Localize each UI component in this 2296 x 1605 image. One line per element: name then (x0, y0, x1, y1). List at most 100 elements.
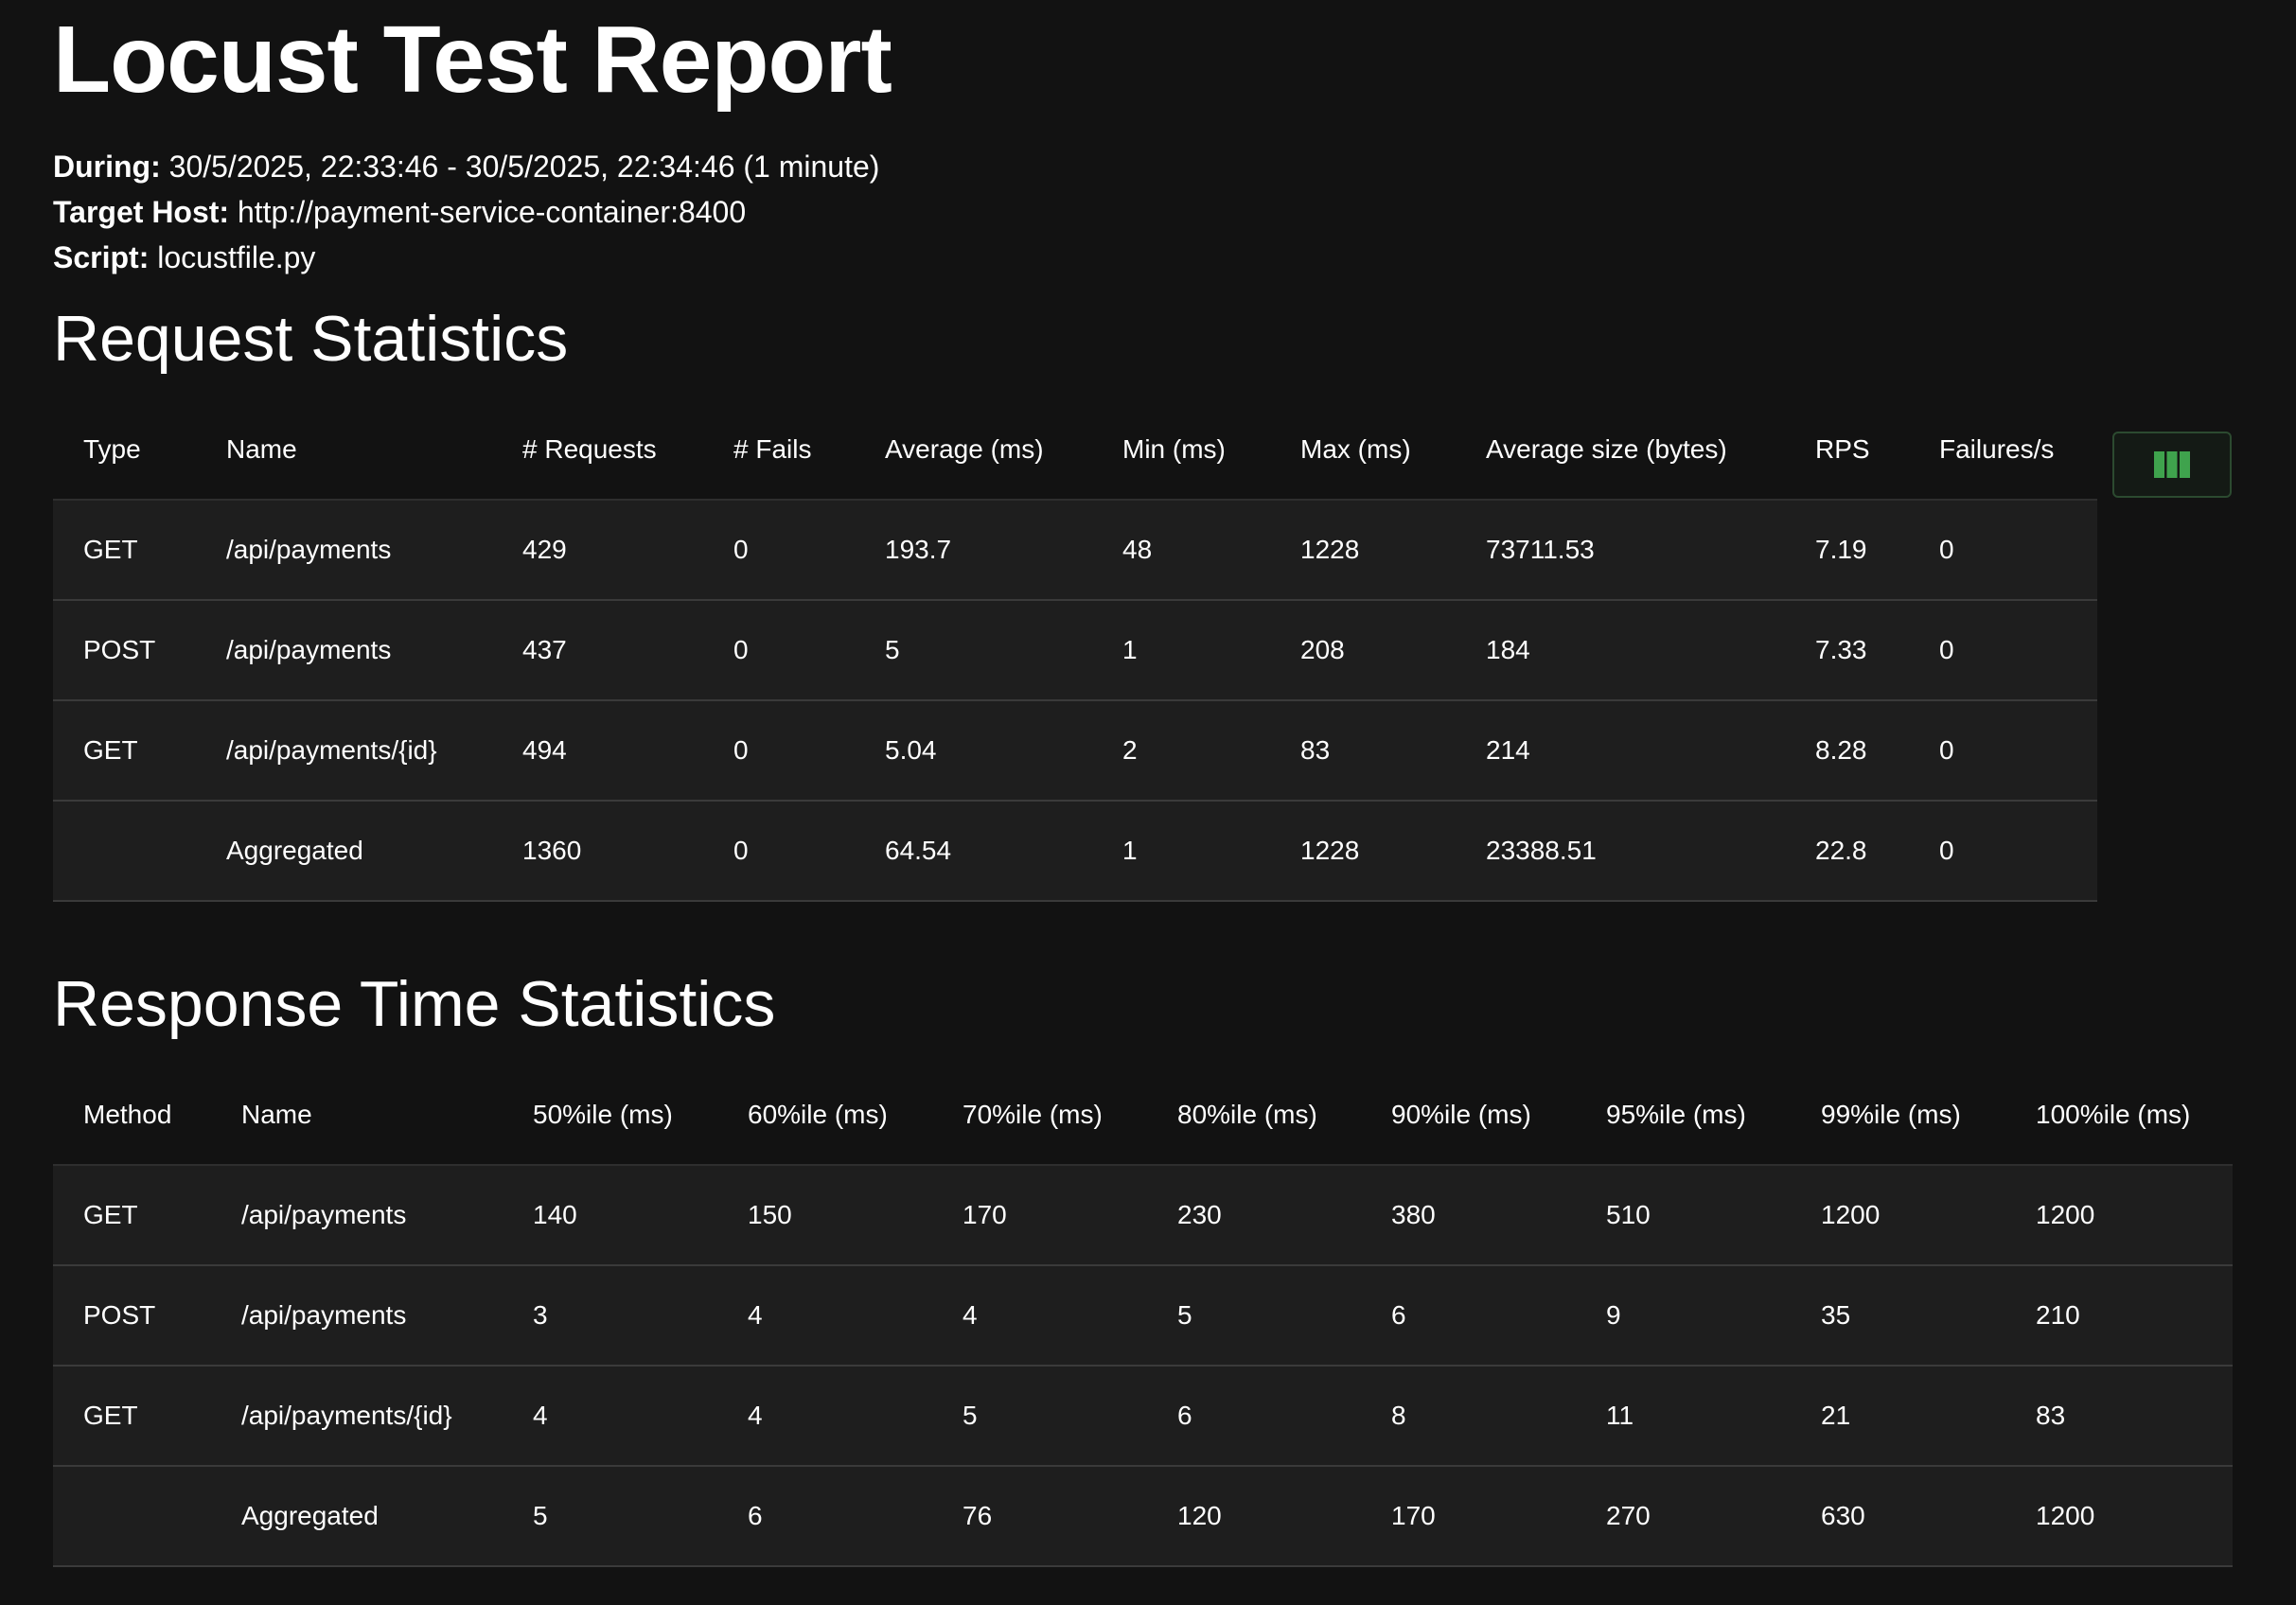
cell-95-ile-ms: 9 (1576, 1265, 1791, 1367)
column-header-80-ile-ms: 80%ile (ms) (1147, 1065, 1361, 1166)
cell-name: /api/payments/{id} (211, 1366, 503, 1467)
cell-99-ile-ms: 630 (1791, 1466, 2005, 1567)
cell-100-ile-ms: 210 (2005, 1265, 2233, 1367)
cell-rps: 7.19 (1785, 500, 1909, 601)
cell-type: GET (53, 500, 196, 601)
request-statistics-table: Type Name # Requests # Fails Average (ms) Min… (53, 399, 2097, 902)
cell-average-size-bytes: 184 (1456, 600, 1785, 701)
columns-icon (2154, 451, 2190, 478)
cell-name: /api/payments/{id} (196, 700, 492, 802)
report-page: Locust Test Report During: 30/5/2025, 22… (0, 0, 2296, 1605)
cell-90-ile-ms: 170 (1361, 1466, 1576, 1567)
during-value: 30/5/2025, 22:33:46 - 30/5/2025, 22:34:4… (160, 150, 880, 184)
column-header-failures-s: Failures/s (1909, 399, 2097, 501)
cell-name: /api/payments (196, 500, 492, 601)
target-host-line: Target Host: http://payment-service-cont… (53, 189, 2296, 235)
cell-max-ms: 1228 (1270, 801, 1456, 902)
cell-60-ile-ms: 150 (717, 1165, 932, 1266)
cell-99-ile-ms: 21 (1791, 1366, 2005, 1467)
cell-requests: 494 (492, 700, 703, 802)
cell-min-ms: 2 (1092, 700, 1270, 802)
cell-95-ile-ms: 11 (1576, 1366, 1791, 1467)
cell-100-ile-ms: 83 (2005, 1366, 2233, 1467)
cell-fails: 0 (703, 500, 855, 601)
column-header-90-ile-ms: 90%ile (ms) (1361, 1065, 1576, 1166)
table-row: POST/api/payments 3 4 4 5 6 9 35 210 (53, 1265, 2233, 1367)
cell-50-ile-ms: 5 (503, 1466, 717, 1567)
cell-100-ile-ms: 1200 (2005, 1165, 2233, 1266)
cell-method: GET (53, 1165, 211, 1266)
cell-min-ms: 1 (1092, 600, 1270, 701)
cell-name: Aggregated (211, 1466, 503, 1567)
table-row: Aggregated 1360 0 64.54 1 1228 23388.51 22.8 0 (53, 801, 2097, 902)
table-row: GET/api/payments/{id} 494 0 5.04 2 83 214 8.28 0 (53, 700, 2097, 802)
cell-80-ile-ms: 230 (1147, 1165, 1361, 1266)
column-header-100-ile-ms: 100%ile (ms) (2005, 1065, 2233, 1166)
cell-fails: 0 (703, 801, 855, 902)
cell-name: /api/payments (211, 1165, 503, 1266)
cell-name: /api/payments (211, 1265, 503, 1367)
column-header-70-ile-ms: 70%ile (ms) (932, 1065, 1147, 1166)
column-header-name: Name (211, 1065, 503, 1166)
table-row: GET/api/payments 429 0 193.7 48 1228 73711.53 7… (53, 500, 2097, 601)
cell-rps: 22.8 (1785, 801, 1909, 902)
table-row: Aggregated 5 6 76 120 170 270 630 1200 (53, 1466, 2233, 1567)
cell-80-ile-ms: 6 (1147, 1366, 1361, 1467)
column-header-name: Name (196, 399, 492, 501)
table-row: POST/api/payments 437 0 5 1 208 184 7.33 0 (53, 600, 2097, 701)
cell-min-ms: 1 (1092, 801, 1270, 902)
cell-average-size-bytes: 73711.53 (1456, 500, 1785, 601)
column-toggle-button[interactable] (2112, 432, 2232, 498)
cell-50-ile-ms: 4 (503, 1366, 717, 1467)
cell-60-ile-ms: 6 (717, 1466, 932, 1567)
cell-70-ile-ms: 5 (932, 1366, 1147, 1467)
cell-max-ms: 83 (1270, 700, 1456, 802)
response-time-statistics-heading: Response Time Statistics (53, 968, 776, 1040)
cell-95-ile-ms: 270 (1576, 1466, 1791, 1567)
cell-requests: 437 (492, 600, 703, 701)
cell-method (53, 1466, 211, 1567)
column-header-method: Method (53, 1065, 211, 1166)
cell-average-size-bytes: 214 (1456, 700, 1785, 802)
cell-90-ile-ms: 380 (1361, 1165, 1576, 1266)
cell-average-ms: 5 (855, 600, 1092, 701)
cell-50-ile-ms: 3 (503, 1265, 717, 1367)
cell-95-ile-ms: 510 (1576, 1165, 1791, 1266)
cell-80-ile-ms: 120 (1147, 1466, 1361, 1567)
request-statistics-heading: Request Statistics (53, 303, 569, 375)
column-header-99-ile-ms: 99%ile (ms) (1791, 1065, 2005, 1166)
cell-requests: 429 (492, 500, 703, 601)
cell-max-ms: 208 (1270, 600, 1456, 701)
cell-99-ile-ms: 1200 (1791, 1165, 2005, 1266)
cell-name: Aggregated (196, 801, 492, 902)
cell-90-ile-ms: 8 (1361, 1366, 1576, 1467)
during-line: During: 30/5/2025, 22:33:46 - 30/5/2025,… (53, 144, 2296, 189)
request-statistics-section: Type Name # Requests # Fails Average (ms) Min… (53, 399, 2296, 902)
cell-average-ms: 193.7 (855, 500, 1092, 601)
cell-type (53, 801, 196, 902)
column-header-requests: # Requests (492, 399, 703, 501)
cell-type: GET (53, 700, 196, 802)
column-header-fails: # Fails (703, 399, 855, 501)
response-time-statistics-table: Method Name 50%ile (ms) 60%ile (ms) 70%ile (… (53, 1065, 2233, 1567)
cell-90-ile-ms: 6 (1361, 1265, 1576, 1367)
cell-failures-s: 0 (1909, 500, 2097, 601)
cell-type: POST (53, 600, 196, 701)
target-host-value: http://payment-service-container:8400 (229, 195, 747, 229)
cell-50-ile-ms: 140 (503, 1165, 717, 1266)
cell-name: /api/payments (196, 600, 492, 701)
table-row: GET/api/payments/{id} 4 4 5 6 8 11 21 83 (53, 1366, 2233, 1467)
cell-70-ile-ms: 76 (932, 1466, 1147, 1567)
column-header-min-ms: Min (ms) (1092, 399, 1270, 501)
script-value: locustfile.py (149, 240, 316, 274)
cell-70-ile-ms: 170 (932, 1165, 1147, 1266)
cell-min-ms: 48 (1092, 500, 1270, 601)
cell-60-ile-ms: 4 (717, 1366, 932, 1467)
script-label: Script: (53, 240, 150, 274)
column-header-average-size-bytes: Average size (bytes) (1456, 399, 1785, 501)
cell-99-ile-ms: 35 (1791, 1265, 2005, 1367)
column-header-max-ms: Max (ms) (1270, 399, 1456, 501)
cell-80-ile-ms: 5 (1147, 1265, 1361, 1367)
column-header-95-ile-ms: 95%ile (ms) (1576, 1065, 1791, 1166)
during-label: During: (53, 150, 161, 184)
